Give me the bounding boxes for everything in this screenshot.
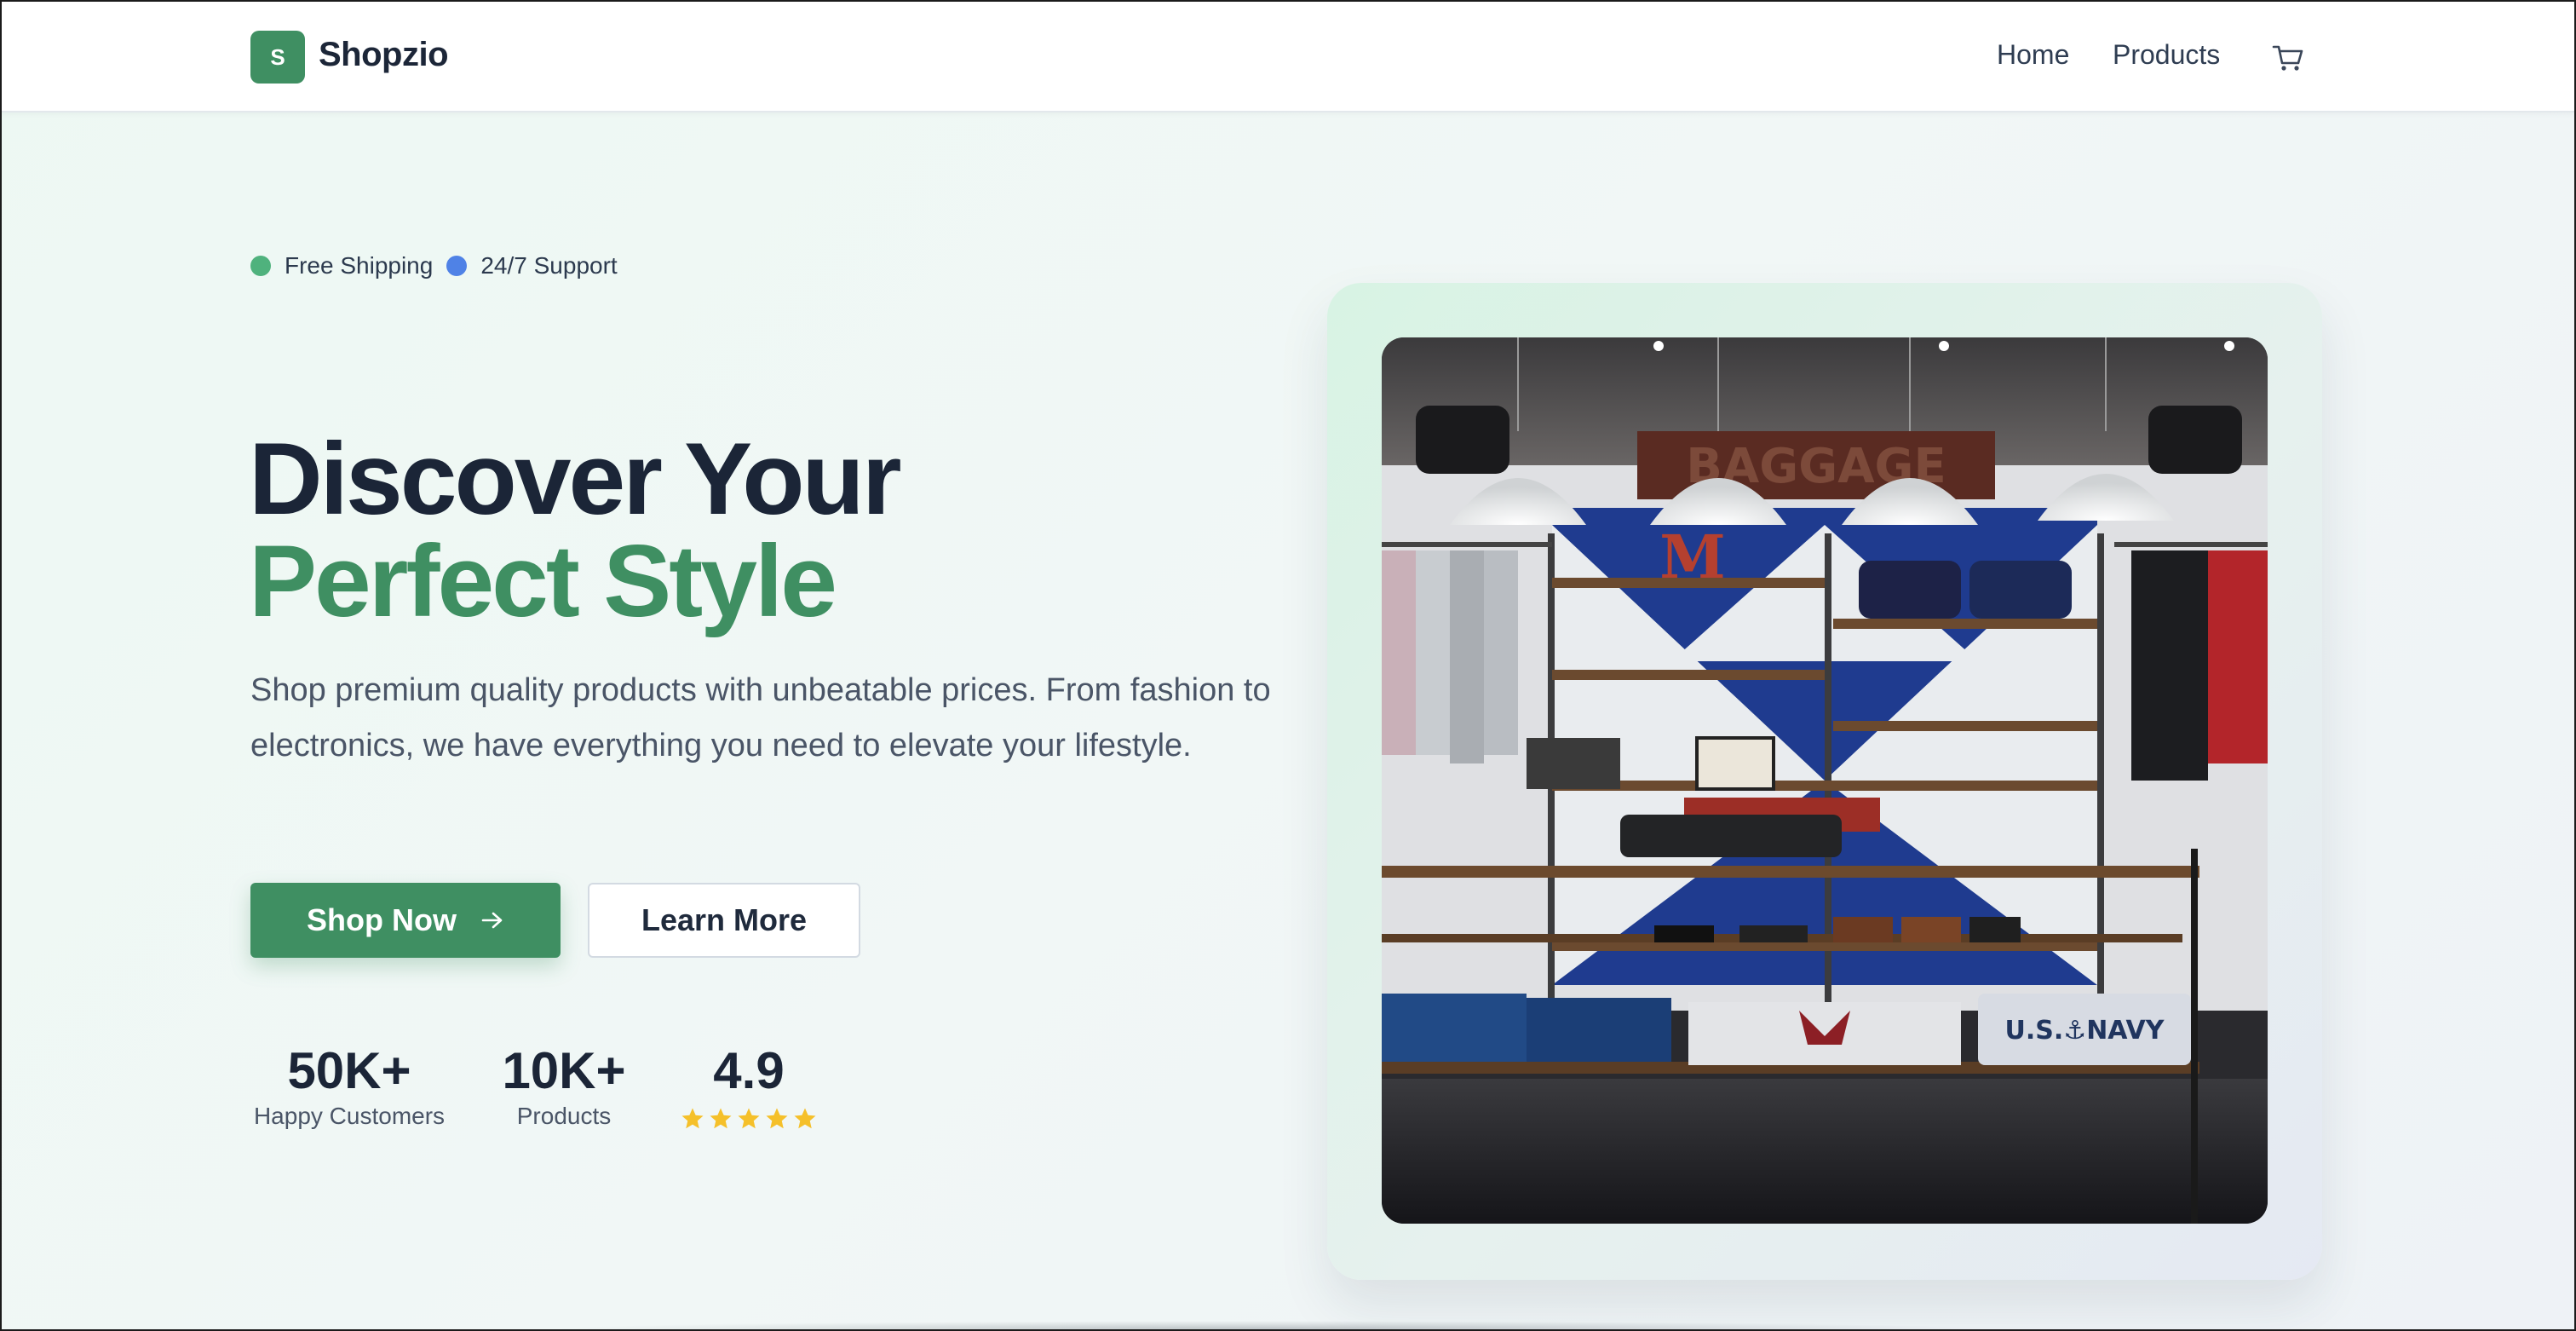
nav-home-link[interactable]: Home xyxy=(1997,39,2069,71)
headline-line-2: Perfect Style xyxy=(249,524,837,638)
badge-free-shipping: Free Shipping xyxy=(285,252,434,279)
hero-image-card: BAGGAGE M U.S.⚓NAVY xyxy=(1327,283,2322,1280)
star-icon xyxy=(794,1108,816,1129)
stat-value: 4.9 xyxy=(713,1042,785,1099)
brand-name[interactable]: Shopzio xyxy=(319,36,449,74)
headline-line-1: Discover Your xyxy=(249,422,902,536)
rating-stars xyxy=(680,1106,818,1132)
logo-icon[interactable]: S xyxy=(250,31,305,84)
store-interior-image: BAGGAGE M U.S.⚓NAVY xyxy=(1382,337,2268,1224)
stat-customers: 50K+ Happy Customers xyxy=(250,1041,448,1130)
stat-rating: 4.9 xyxy=(680,1041,818,1132)
star-icon xyxy=(766,1108,788,1129)
arrow-right-icon xyxy=(481,912,503,929)
shop-now-label: Shop Now xyxy=(307,902,457,937)
page: S Shopzio Home Products Free Shipping 24… xyxy=(0,0,2576,1331)
stat-label: Products xyxy=(516,1103,612,1129)
star-icon xyxy=(710,1108,732,1129)
top-navbar: S Shopzio Home Products xyxy=(2,2,2574,112)
green-dot-icon xyxy=(250,256,271,276)
stat-products: 10K+ Products xyxy=(501,1041,627,1130)
navy-shirt-text: U.S.⚓NAVY xyxy=(2005,1016,2165,1046)
cart-icon[interactable] xyxy=(2271,43,2305,73)
badge-support: 24/7 Support xyxy=(480,252,618,279)
store-photo: BAGGAGE M U.S.⚓NAVY xyxy=(1382,337,2268,1224)
svg-text:M: M xyxy=(1659,521,1726,592)
feature-badges: Free Shipping 24/7 Support xyxy=(250,252,618,279)
nav-products-link[interactable]: Products xyxy=(2113,39,2220,71)
shop-now-button[interactable]: Shop Now xyxy=(250,883,561,958)
star-icon xyxy=(738,1108,760,1129)
learn-more-button[interactable]: Learn More xyxy=(588,883,860,958)
stat-value: 50K+ xyxy=(287,1042,411,1099)
blue-dot-icon xyxy=(446,256,468,276)
hero-headline: Discover Your Perfect Style xyxy=(249,422,902,638)
stat-value: 10K+ xyxy=(502,1042,626,1099)
stat-label: Happy Customers xyxy=(253,1103,446,1129)
section-shadow xyxy=(547,1321,1995,1329)
hero-description: Shop premium quality products with unbea… xyxy=(250,672,1271,763)
star-icon xyxy=(681,1108,704,1129)
